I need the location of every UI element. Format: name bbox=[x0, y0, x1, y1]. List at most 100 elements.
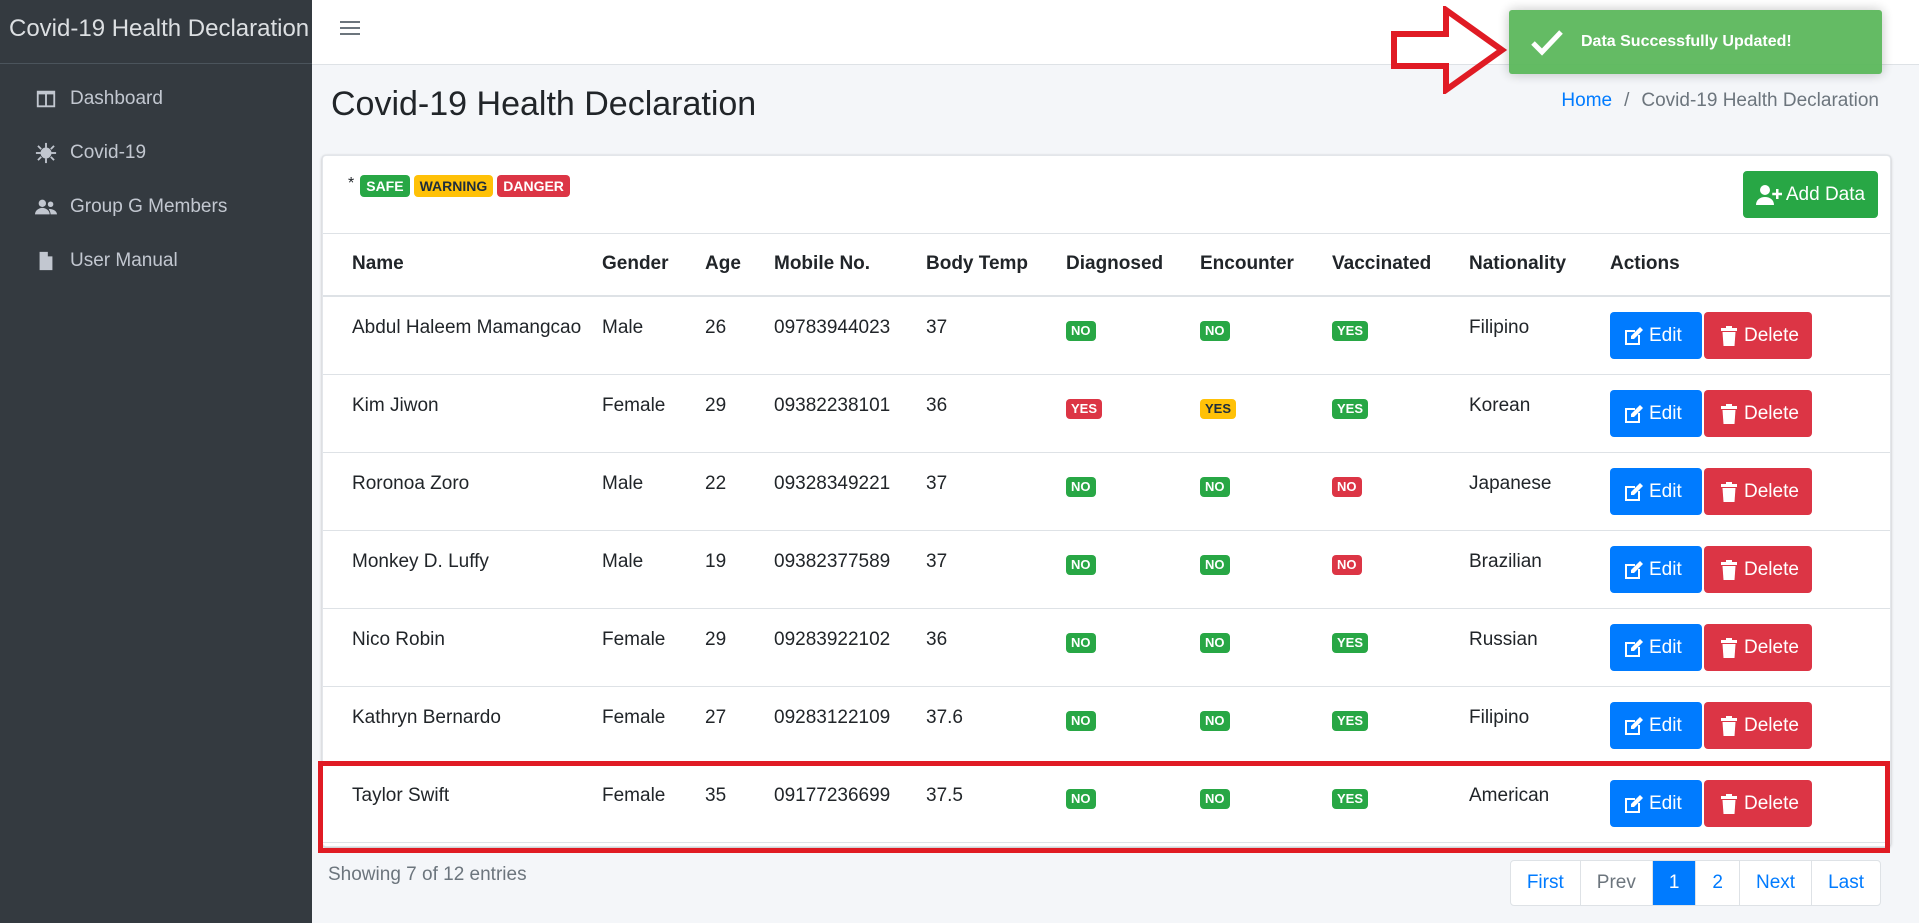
trash-icon bbox=[1721, 403, 1737, 424]
edit-button[interactable]: Edit bbox=[1610, 546, 1702, 593]
virus-icon bbox=[34, 141, 58, 165]
toast-message: Data Successfully Updated! bbox=[1581, 33, 1792, 50]
cell-age: 19 bbox=[705, 550, 727, 572]
cell-age: 26 bbox=[705, 316, 727, 338]
legend-asterisk: * bbox=[348, 175, 355, 192]
edit-button[interactable]: Edit bbox=[1610, 312, 1702, 359]
cell-age: 27 bbox=[705, 706, 727, 728]
delete-button[interactable]: Delete bbox=[1704, 390, 1812, 437]
cell-gender: Female bbox=[602, 628, 666, 650]
add-data-label: Add Data bbox=[1785, 183, 1866, 205]
edit-button[interactable]: Edit bbox=[1610, 702, 1702, 749]
edit-label: Edit bbox=[1649, 402, 1682, 424]
encounter-badge: NO bbox=[1200, 632, 1230, 653]
cell-body-temp: 36 bbox=[926, 394, 948, 416]
cell-nationality: American bbox=[1469, 784, 1550, 806]
cell-age: 29 bbox=[705, 628, 727, 650]
cell-name: Taylor Swift bbox=[352, 784, 450, 806]
cell-nationality: Japanese bbox=[1469, 472, 1552, 494]
table-row: Nico Robin Female 29 09283922102 36 NO NO YES Ru… bbox=[323, 608, 1890, 687]
edit-icon bbox=[1625, 404, 1643, 423]
brand-title[interactable]: Covid-19 Health Declaration bbox=[0, 0, 312, 64]
pagination: First Prev 1 2 Next Last bbox=[1509, 860, 1881, 906]
cell-mobile: 09382238101 bbox=[774, 394, 891, 416]
cell-mobile: 09177236699 bbox=[774, 784, 891, 806]
sidebar-item-user-manual[interactable]: User Manual bbox=[0, 234, 312, 288]
cell-name: Abdul Haleem Mamangcao bbox=[352, 316, 582, 338]
cell-nationality: Filipino bbox=[1469, 316, 1530, 338]
vaccinated-badge: NO bbox=[1332, 554, 1362, 575]
delete-button[interactable]: Delete bbox=[1704, 780, 1812, 827]
pagination-last[interactable]: Last bbox=[1811, 861, 1880, 905]
pagination-first[interactable]: First bbox=[1511, 861, 1580, 905]
table-row: Kim Jiwon Female 29 09382238101 36 YES YES YES K… bbox=[323, 374, 1890, 453]
delete-label: Delete bbox=[1744, 402, 1799, 424]
pagination-next[interactable]: Next bbox=[1739, 861, 1811, 905]
vaccinated-badge: YES bbox=[1332, 788, 1369, 809]
trash-icon bbox=[1721, 715, 1737, 736]
diagnosed-badge: NO bbox=[1066, 320, 1096, 341]
delete-button[interactable]: Delete bbox=[1704, 312, 1812, 359]
delete-button[interactable]: Delete bbox=[1704, 546, 1812, 593]
delete-label: Delete bbox=[1744, 324, 1799, 346]
cell-age: 29 bbox=[705, 394, 727, 416]
annotation-arrow bbox=[1391, 6, 1508, 94]
breadcrumb-home-link[interactable]: Home bbox=[1561, 90, 1612, 111]
warning-badge: WARNING bbox=[413, 175, 494, 197]
trash-icon bbox=[1721, 793, 1737, 814]
encounter-badge: YES bbox=[1200, 398, 1237, 419]
edit-icon bbox=[1625, 716, 1643, 735]
column-header: Encounter bbox=[1200, 233, 1332, 297]
safe-badge: SAFE bbox=[360, 175, 410, 197]
table-header-row: Name Gender Age Mobile No. Body Temp Dia… bbox=[323, 233, 1890, 297]
column-header: Body Temp bbox=[926, 233, 1066, 297]
edit-button[interactable]: Edit bbox=[1610, 468, 1702, 515]
cell-mobile: 09783944023 bbox=[774, 316, 891, 338]
cell-body-temp: 36 bbox=[926, 628, 948, 650]
diagnosed-badge: YES bbox=[1066, 398, 1103, 419]
column-header: Vaccinated bbox=[1332, 233, 1469, 297]
pagination-page-2[interactable]: 2 bbox=[1695, 861, 1739, 905]
table-row: Abdul Haleem Mamangcao Male 26 09783944023 3… bbox=[323, 296, 1890, 375]
cell-body-temp: 37 bbox=[926, 550, 948, 572]
table-row: Roronoa Zoro Male 22 09328349221 37 NO NO NO Jap… bbox=[323, 452, 1890, 531]
encounter-badge: NO bbox=[1200, 320, 1230, 341]
cell-nationality: Filipino bbox=[1469, 706, 1530, 728]
column-header: Diagnosed bbox=[1066, 233, 1200, 297]
pagination-prev[interactable]: Prev bbox=[1579, 861, 1652, 905]
user-plus-icon bbox=[1755, 184, 1782, 205]
cell-gender: Female bbox=[602, 394, 666, 416]
trash-icon bbox=[1721, 481, 1737, 502]
sidebar-item-dashboard[interactable]: Dashboard bbox=[0, 72, 312, 126]
sidebar-item-group-g-members[interactable]: Group G Members bbox=[0, 180, 312, 234]
column-header: Name bbox=[323, 233, 602, 297]
cell-name: Nico Robin bbox=[352, 628, 445, 650]
breadcrumb-current: Covid-19 Health Declaration bbox=[1641, 90, 1879, 111]
sidebar: Covid-19 Health Declaration Dashboard Co… bbox=[0, 0, 312, 923]
users-icon bbox=[34, 195, 58, 219]
edit-label: Edit bbox=[1649, 558, 1682, 580]
breadcrumb: Home / Covid-19 Health Declaration bbox=[1561, 90, 1879, 112]
success-toast[interactable]: Data Successfully Updated! bbox=[1509, 10, 1882, 74]
edit-icon bbox=[1625, 326, 1643, 345]
menu-toggle-icon[interactable] bbox=[340, 18, 360, 38]
edit-button[interactable]: Edit bbox=[1610, 390, 1702, 437]
edit-label: Edit bbox=[1649, 324, 1682, 346]
encounter-badge: NO bbox=[1200, 788, 1230, 809]
cell-age: 35 bbox=[705, 784, 727, 806]
add-data-button[interactable]: Add Data bbox=[1743, 171, 1878, 218]
delete-button[interactable]: Delete bbox=[1704, 702, 1812, 749]
table-body: Abdul Haleem Mamangcao Male 26 09783944023 3… bbox=[323, 296, 1890, 843]
vaccinated-badge: NO bbox=[1332, 476, 1362, 497]
edit-icon bbox=[1625, 560, 1643, 579]
delete-button[interactable]: Delete bbox=[1704, 624, 1812, 671]
pagination-page-1[interactable]: 1 bbox=[1651, 861, 1696, 905]
sidebar-item-label: User Manual bbox=[70, 250, 178, 271]
edit-label: Edit bbox=[1649, 714, 1682, 736]
edit-button[interactable]: Edit bbox=[1610, 780, 1702, 827]
sidebar-item-covid-19[interactable]: Covid-19 bbox=[0, 126, 312, 180]
table-row: Taylor Swift Female 35 09177236699 37.5 NO NO Y… bbox=[323, 764, 1890, 843]
delete-button[interactable]: Delete bbox=[1704, 468, 1812, 515]
cell-mobile: 09328349221 bbox=[774, 472, 891, 494]
edit-button[interactable]: Edit bbox=[1610, 624, 1702, 671]
